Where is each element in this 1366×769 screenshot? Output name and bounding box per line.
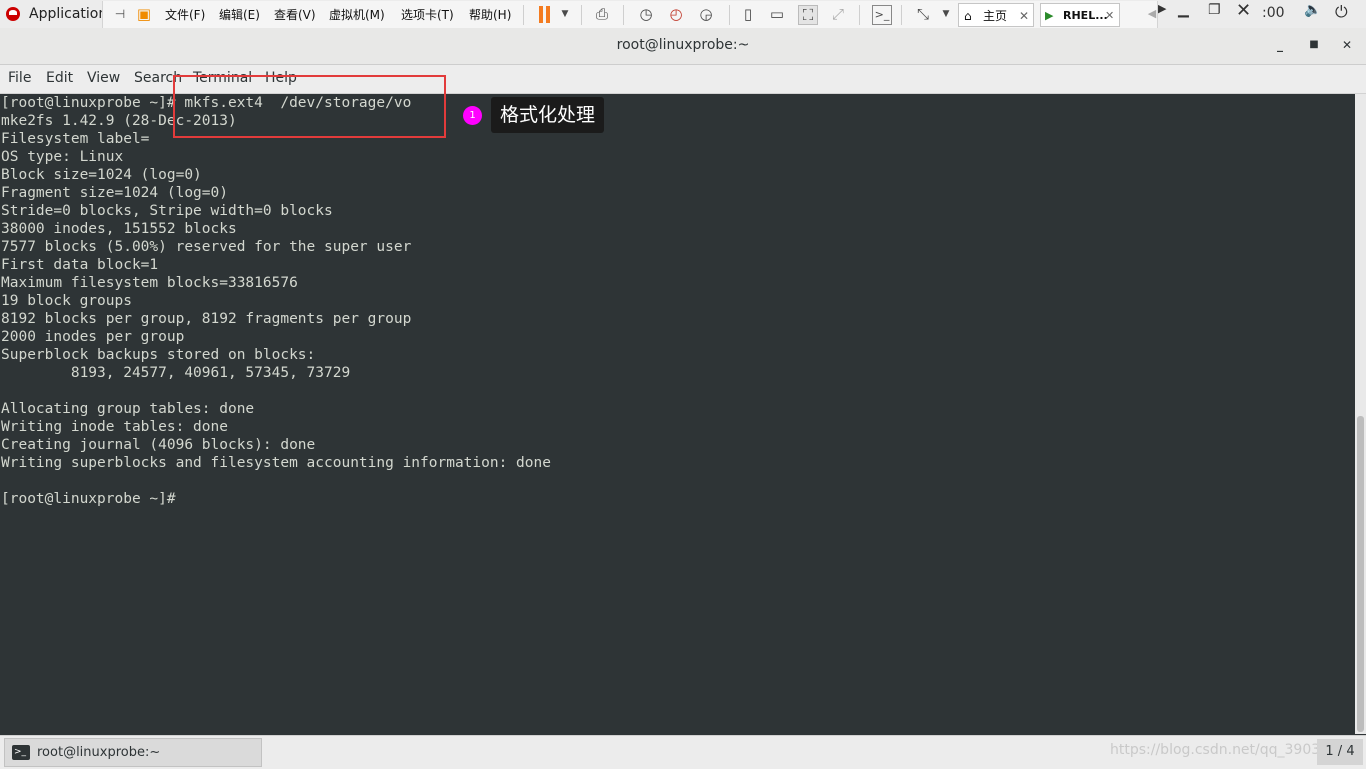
snapshot-icon[interactable]: ◷ [637,5,655,23]
revert-snapshot-icon[interactable]: ◴ [667,5,685,23]
terminal-line: OS type: Linux [1,149,124,165]
console-view-icon[interactable]: >_ [872,5,892,25]
tab-rhel-label: RHEL... [1063,9,1108,22]
step-number-badge: 1 [463,106,482,125]
vm-menu-edit[interactable]: 编辑(E) [219,6,260,23]
close-icon[interactable]: ✕ [1105,4,1114,28]
command-highlight-box [173,75,446,138]
terminal-line: Writing superblocks and filesystem accou… [1,455,551,471]
vm-menu-file[interactable]: 文件(F) [165,6,205,23]
stretch-icon[interactable]: ⤡ [914,5,932,23]
vm-menu-vm[interactable]: 虚拟机(M) [329,6,385,23]
terminal-line: Maximum filesystem blocks=33816576 [1,275,298,291]
terminal-line: Block size=1024 (log=0) [1,167,202,183]
vm-menu-view[interactable]: 查看(V) [274,6,316,23]
toolbar-separator [901,5,902,25]
annotation-callout: 格式化处理 [491,97,604,133]
pin-icon[interactable]: ⊣ [111,5,129,23]
send-keys-icon[interactable]: ⎙ [593,5,611,23]
sidebar-icon[interactable]: ▯ [739,5,757,23]
window-titlebar[interactable]: root@linuxprobe:~ _ ■ ✕ [0,28,1366,65]
close-vmware-icon[interactable]: ✕ [1236,0,1251,21]
tab-home[interactable]: ⌂ 主页 ✕ [958,3,1034,27]
scrollbar-thumb[interactable] [1357,416,1364,732]
terminal-icon: >_ [12,745,30,760]
window-title: root@linuxprobe:~ [616,37,750,53]
terminal-line: Creating journal (4096 blocks): done [1,437,316,453]
vm-menu-help[interactable]: 帮助(H) [469,6,511,23]
chevron-down-icon[interactable]: ▼ [937,5,955,23]
terminal-area[interactable]: [root@linuxprobe ~]# mkfs.ext4 /dev/stor… [0,94,1355,734]
clock[interactable]: :00 [1262,5,1285,21]
bottom-taskbar: >_ root@linuxprobe:~ https://blog.csdn.n… [0,735,1366,769]
workspace-indicator[interactable]: 1 / 4 [1317,739,1363,765]
toolbar-separator [859,5,860,25]
terminal-line: Allocating group tables: done [1,401,255,417]
power-icon[interactable]: ⏻ [1335,2,1348,22]
pause-icon-bar [546,6,550,23]
toolbar-separator [729,5,730,25]
maximize-icon[interactable]: ■ [1306,37,1322,53]
terminal-line: Fragment size=1024 (log=0) [1,185,228,201]
terminal-line: Writing inode tables: done [1,419,228,435]
unity-icon[interactable]: ⤢ [829,5,847,23]
close-window-icon[interactable]: ✕ [1339,37,1355,53]
terminal-line: 19 block groups [1,293,132,309]
toolbar-separator [523,5,524,25]
minimize-vmware-icon[interactable]: ▁ [1178,2,1189,18]
taskbar-window-label: root@linuxprobe:~ [37,745,161,760]
fullscreen-icon[interactable]: ⛶ [798,5,818,25]
chevron-down-icon[interactable]: ▼ [556,5,574,23]
tab-home-label: 主页 [983,9,1008,23]
terminal-line: 7577 blocks (5.00%) reserved for the sup… [1,239,412,255]
restore-vmware-icon[interactable]: ❐ [1208,2,1221,18]
terminal-line: 8193, 24577, 40961, 57345, 73729 [1,365,351,381]
applications-menu[interactable]: Application [6,3,107,25]
close-icon[interactable]: ✕ [1019,4,1029,28]
terminal-prompt: [root@linuxprobe ~]# [1,491,176,507]
vmware-toolbar: ⊣ ▣ 文件(F) 编辑(E) 查看(V) 虚拟机(M) 选项卡(T) 帮助(H… [102,1,1158,28]
redhat-logo-icon [6,7,20,21]
watermark: https://blog.csdn.net/qq_39032 [1110,742,1330,758]
toolbar-separator [581,5,582,25]
thumbnail-bar-icon[interactable]: ▭ [768,5,786,23]
menu-view[interactable]: View [87,70,120,86]
vm-tab-icon: ▶ [1045,9,1054,22]
terminal-line: 2000 inodes per group [1,329,185,345]
terminal-line: First data block=1 [1,257,159,273]
terminal-line: Superblock backups stored on blocks: [1,347,316,363]
minimize-icon[interactable]: _ [1272,37,1288,53]
pause-icon[interactable] [539,6,543,23]
taskbar-window-button[interactable]: >_ root@linuxprobe:~ [4,738,262,767]
vm-library-icon[interactable]: ▣ [135,5,153,23]
terminal-line: 38000 inodes, 151552 blocks [1,221,237,237]
top-bar: Application ⊣ ▣ 文件(F) 编辑(E) 查看(V) 虚拟机(M)… [0,0,1366,29]
terminal-line: Stride=0 blocks, Stripe width=0 blocks [1,203,333,219]
tab-scroll-right-icon[interactable]: ▶ [1158,2,1166,15]
vm-menu-tabs[interactable]: 选项卡(T) [401,6,454,23]
terminal-line: 8192 blocks per group, 8192 fragments pe… [1,311,412,327]
applications-label: Application [29,6,108,22]
home-icon: ⌂ [964,9,972,23]
toolbar-separator [623,5,624,25]
menu-edit[interactable]: Edit [46,70,73,86]
terminal-scrollbar[interactable] [1355,94,1366,734]
tab-rhel[interactable]: ▶ RHEL... ✕ [1040,3,1120,27]
volume-icon[interactable]: 🔈 [1304,2,1321,18]
terminal-line: Filesystem label= [1,131,150,147]
snapshot-manager-icon[interactable]: ◶ [697,5,715,23]
menu-file[interactable]: File [8,70,31,86]
